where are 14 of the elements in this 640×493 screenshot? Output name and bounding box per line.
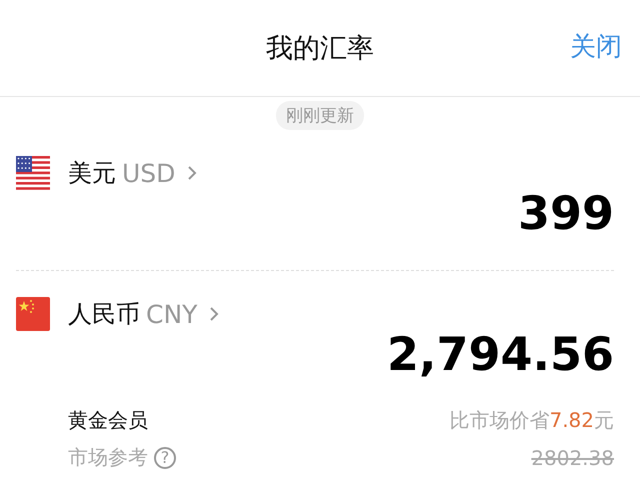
market-reference-label: 市场参考 (68, 444, 148, 471)
window-title: 我的汇率 (266, 32, 374, 66)
flag-icon (16, 297, 50, 331)
market-price: 2802.38 (531, 446, 614, 470)
currency-code: CNY (146, 300, 198, 328)
chevron-icon (187, 165, 198, 181)
update-badge: 刚刚更新 (276, 101, 364, 130)
chevron-icon (209, 306, 220, 322)
currency-code: USD (122, 158, 176, 188)
flag-icon (16, 156, 50, 190)
member-label: 黄金会员 (68, 407, 148, 434)
savings-text: 比市场价省7.82元 (449, 407, 614, 434)
currency-name: 美元 (68, 158, 116, 189)
currency-name: 人民币 (68, 299, 140, 330)
